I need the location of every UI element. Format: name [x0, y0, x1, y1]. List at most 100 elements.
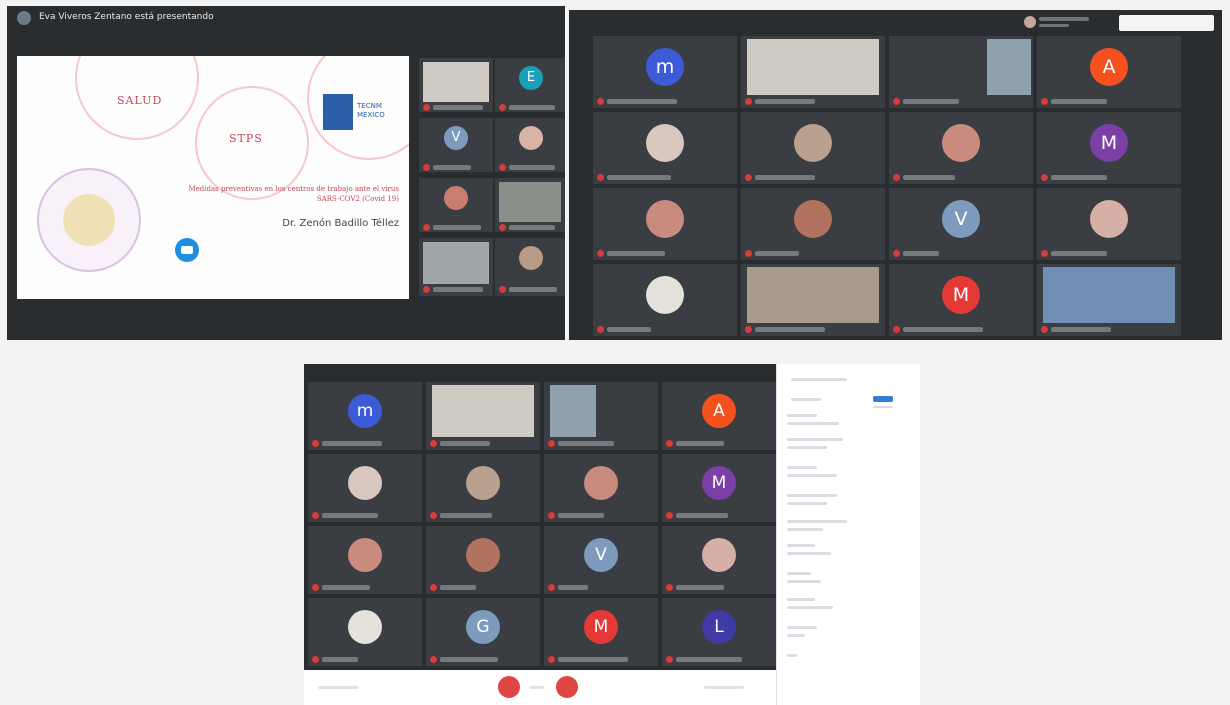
- participant-tile[interactable]: V: [419, 118, 493, 172]
- mic-muted-icon: [745, 98, 752, 105]
- mic-muted-icon: [893, 250, 900, 257]
- participant-tile[interactable]: M: [662, 454, 776, 522]
- avatar: [348, 609, 382, 644]
- participant-tile[interactable]: G: [426, 598, 540, 666]
- participant-tile[interactable]: A: [1037, 36, 1181, 108]
- mic-muted-icon: [1041, 250, 1048, 257]
- avatar: [646, 276, 684, 315]
- participant-tile[interactable]: [495, 238, 565, 296]
- participant-tile[interactable]: V: [889, 188, 1033, 260]
- presenter-bar: Eva Viveros Zentano está presentando: [7, 6, 565, 30]
- participant-tile[interactable]: [426, 382, 540, 450]
- avatar: [466, 465, 500, 500]
- participant-tile[interactable]: [1037, 264, 1181, 336]
- video-feed: [987, 39, 1031, 95]
- mic-muted-icon: [499, 164, 506, 171]
- mic-muted-icon: [745, 174, 752, 181]
- avatar: M: [584, 609, 618, 644]
- institution-seal-icon: [37, 168, 141, 272]
- participant-tile[interactable]: [741, 36, 885, 108]
- participant-tile[interactable]: [889, 112, 1033, 184]
- mic-muted-icon: [597, 174, 604, 181]
- mic-muted-icon: [666, 512, 673, 519]
- avatar: [646, 124, 684, 163]
- participant-tile[interactable]: [662, 526, 776, 594]
- mic-muted-icon: [745, 250, 752, 257]
- participant-tile[interactable]: M: [889, 264, 1033, 336]
- control-bar: [304, 670, 776, 705]
- mic-muted-icon: [893, 98, 900, 105]
- participant-tile[interactable]: [741, 188, 885, 260]
- participant-tile[interactable]: [495, 178, 565, 232]
- video-feed: [432, 385, 534, 437]
- avatar: [702, 537, 736, 572]
- avatar: V: [942, 200, 980, 239]
- avatar: L: [702, 609, 736, 644]
- participant-tile[interactable]: [308, 526, 422, 594]
- mic-muted-icon: [1041, 174, 1048, 181]
- participant-tile[interactable]: m: [593, 36, 737, 108]
- end-call-icon[interactable]: [556, 676, 578, 698]
- gallery-screenshot-2: m A M V G M L: [304, 364, 920, 705]
- zoom-camera-icon: [175, 238, 199, 262]
- participant-tile[interactable]: [544, 454, 658, 522]
- participant-tile[interactable]: [419, 178, 493, 232]
- mic-muted-icon: [430, 656, 437, 663]
- participant-tile[interactable]: M: [1037, 112, 1181, 184]
- avatar: [646, 200, 684, 239]
- video-feed: [747, 39, 879, 95]
- participant-tile[interactable]: V: [544, 526, 658, 594]
- participant-tile[interactable]: [593, 188, 737, 260]
- presentation-screenshot: Eva Viveros Zentano está presentando SAL…: [7, 6, 565, 340]
- participant-tile[interactable]: [741, 112, 885, 184]
- avatar: M: [1090, 124, 1128, 163]
- participant-tile[interactable]: [593, 112, 737, 184]
- mic-muted-icon: [312, 512, 319, 519]
- panel-tab[interactable]: [873, 396, 893, 402]
- avatar: A: [702, 393, 736, 428]
- participant-tile[interactable]: [426, 454, 540, 522]
- tecnm-logo-icon: [323, 94, 353, 130]
- participant-tile[interactable]: E: [495, 58, 565, 112]
- mic-muted-icon: [1041, 326, 1048, 333]
- participant-tile[interactable]: [889, 36, 1033, 108]
- avatar: M: [942, 276, 980, 315]
- participant-tile[interactable]: M: [544, 598, 658, 666]
- avatar: [519, 246, 543, 270]
- avatar: [942, 124, 980, 163]
- gallery-area: m A M V G M L: [304, 364, 776, 670]
- end-call-icon[interactable]: [498, 676, 520, 698]
- avatar: [348, 465, 382, 500]
- logo-text: TECNM MEXICO: [357, 102, 385, 119]
- participant-tile[interactable]: m: [308, 382, 422, 450]
- avatar: G: [466, 609, 500, 644]
- mic-muted-icon: [893, 326, 900, 333]
- participant-tile[interactable]: [308, 454, 422, 522]
- video-feed: [747, 267, 879, 323]
- participant-tile[interactable]: [426, 526, 540, 594]
- participant-tile[interactable]: [419, 58, 493, 112]
- participant-tile[interactable]: [1037, 188, 1181, 260]
- avatar: [584, 465, 618, 500]
- participant-tile[interactable]: [495, 118, 565, 172]
- mic-muted-icon: [548, 584, 555, 591]
- toolbar-buttons[interactable]: [1119, 15, 1214, 31]
- participant-tile[interactable]: A: [662, 382, 776, 450]
- participant-tile[interactable]: [544, 382, 658, 450]
- avatar: m: [646, 48, 684, 87]
- participant-tile[interactable]: [593, 264, 737, 336]
- avatar: [1090, 200, 1128, 239]
- avatar: M: [702, 465, 736, 500]
- avatar: [444, 186, 468, 210]
- video-feed: [1043, 267, 1175, 323]
- participant-tile[interactable]: [308, 598, 422, 666]
- participant-tile[interactable]: [419, 238, 493, 296]
- mic-muted-icon: [745, 326, 752, 333]
- mic-muted-icon: [893, 174, 900, 181]
- mic-muted-icon: [548, 440, 555, 447]
- participant-tile[interactable]: [741, 264, 885, 336]
- participant-tile[interactable]: L: [662, 598, 776, 666]
- mic-muted-icon: [597, 250, 604, 257]
- mic-muted-icon: [666, 656, 673, 663]
- mic-muted-icon: [1041, 98, 1048, 105]
